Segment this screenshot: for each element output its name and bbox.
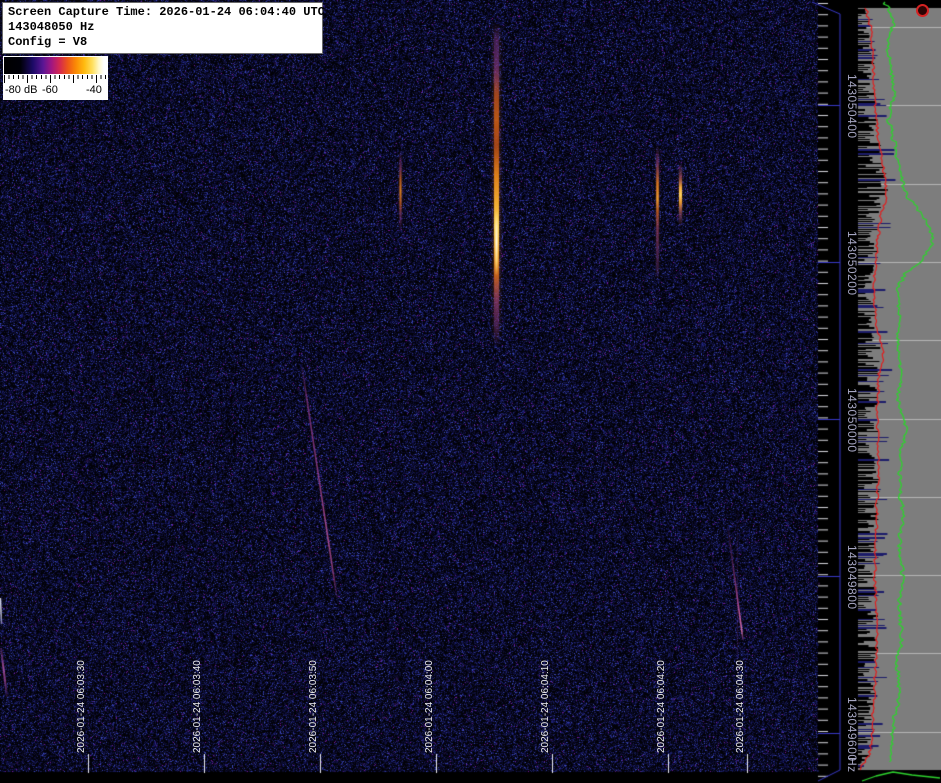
time-axis-label: 2026-01-24 06:04:00 (423, 660, 436, 753)
time-axis-label: 2026-01-24 06:04:20 (655, 660, 668, 753)
capture-info-box: Screen Capture Time: 2026-01-24 06:04:40… (2, 2, 323, 54)
time-axis-label: 2026-01-24 06:03:40 (191, 660, 204, 753)
frequency-axis-label: 143049600 (846, 697, 858, 762)
frequency-text: 143048050 Hz (8, 20, 318, 35)
spectrum-lab-screen: Screen Capture Time: 2026-01-24 06:04:40… (0, 0, 941, 783)
time-axis-label: 2026-01-24 06:04:10 (539, 660, 552, 753)
frequency-axis-label: 143050200 (846, 231, 858, 296)
record-indicator-icon (916, 4, 929, 17)
frequency-axis-label: 143050400 (846, 74, 858, 139)
color-scale-ticks (4, 75, 107, 83)
config-text: Config = V8 (8, 35, 318, 50)
capture-time-text: Screen Capture Time: 2026-01-24 06:04:40… (8, 5, 318, 20)
scale-label-max: -40 (86, 84, 102, 96)
frequency-axis-label: 143049800 (846, 545, 858, 610)
scale-label-mid: -60 (42, 84, 58, 96)
color-scale-gradient (4, 57, 107, 74)
time-axis-label: 2026-01-24 06:03:50 (307, 660, 320, 753)
color-scale-legend: -80 dB -60 -40 (3, 56, 108, 100)
time-axis-label: 2026-01-24 06:04:30 (734, 660, 747, 753)
frequency-unit-label: Hz (846, 757, 858, 773)
time-axis-label: 2026-01-24 06:03:30 (75, 660, 88, 753)
waterfall-canvas (0, 0, 941, 783)
frequency-axis-label: 143050000 (846, 388, 858, 453)
scale-label-min: -80 dB (5, 84, 37, 96)
